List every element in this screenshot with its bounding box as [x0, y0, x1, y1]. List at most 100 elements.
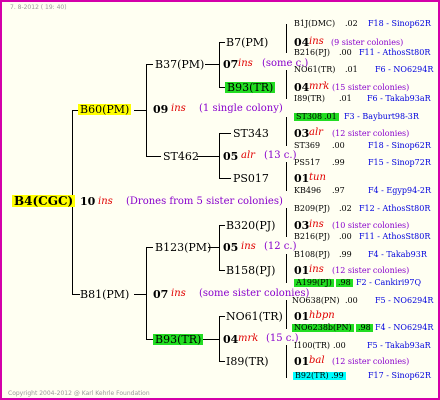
root-queen: B4(CGC): [12, 194, 76, 208]
gen4-pedigree: F11 - AthosSt80R: [359, 232, 431, 241]
gen4-value: .99: [332, 158, 345, 167]
gen4-value: .00: [333, 341, 346, 350]
gen3-d2-ins: bal: [309, 355, 325, 366]
gen4-value: .98: [356, 323, 373, 332]
gen3-b2-num: 01: [294, 172, 310, 185]
connector: [146, 247, 147, 339]
gen3-c1-ins: ins: [309, 219, 324, 230]
gen3-a1-queen: B7(PM): [226, 36, 269, 49]
gen4-pedigree: F6 - NO6294R: [375, 65, 434, 74]
gen3-c2-queen: B158(PJ): [226, 264, 276, 277]
gen4-value: .00: [332, 141, 345, 150]
gen3-b2-ins: tun: [309, 172, 326, 183]
gen4-pedigree: F2 - Cankiri97Q: [356, 278, 421, 287]
gen2-a-num: 07: [223, 58, 239, 71]
connector: [201, 339, 220, 340]
gen1-top-num: 09: [153, 103, 169, 116]
root-note: (Drones from 5 sister colonies): [126, 196, 283, 207]
gen4-pedigree: F4 - Takab93R: [368, 250, 427, 259]
gen4-value: .00: [345, 296, 358, 305]
gen4-pedigree: F12 - AthosSt80R: [359, 204, 431, 213]
gen4-pedigree: F5 - Takab93aR: [367, 341, 431, 350]
gen2-b-num: 05: [223, 150, 239, 163]
connector: [286, 117, 287, 146]
gen4-pedigree: F4 - Egyp94-2R: [368, 186, 432, 195]
gen2-a-ins: ins: [238, 58, 253, 69]
connector: [72, 294, 80, 295]
connector: [219, 316, 225, 317]
gen1-top-ins: ins: [171, 103, 186, 114]
connector: [146, 247, 153, 248]
gen4-queen: B108(PJ): [294, 250, 330, 259]
connector: [205, 64, 220, 65]
connector: [286, 24, 287, 53]
gen3-b1-num: 03: [294, 127, 310, 140]
gen2-c-note: (12 c.): [264, 241, 297, 252]
gen4-value: .98: [336, 278, 353, 287]
gen4-queen: ST308: [294, 112, 325, 121]
gen3-b1-ins: alr: [309, 127, 323, 138]
gen4-pedigree: F6 - Takab93aR: [367, 94, 431, 103]
gen4-pedigree: F18 - Sinop62R: [368, 141, 431, 150]
copyright-footer: Copyright 2004-2012 @ Karl Kehrle Founda…: [8, 390, 150, 397]
date-header: 7. 8-2012 ( 19: 40): [10, 4, 67, 11]
gen4-value: .01: [339, 94, 352, 103]
connector: [286, 345, 287, 378]
connector: [219, 133, 231, 134]
gen3-c2-num: 01: [294, 264, 310, 277]
connector: [219, 42, 225, 43]
gen2-c-ins: ins: [241, 241, 256, 252]
connector: [219, 178, 231, 179]
gen4-value: .99: [339, 250, 352, 259]
gen3-c1-note: (10 sister colonies): [332, 221, 410, 230]
gen2-b-ins: alr: [241, 150, 255, 161]
gen4-value: .00: [339, 48, 352, 57]
gen2-c-num: 05: [223, 241, 239, 254]
gen3-a2-note: (15 sister colonies): [332, 83, 410, 92]
gen3-a1-note: (9 sister colonies): [331, 38, 404, 47]
gen4-value: .01: [322, 112, 339, 121]
root-ins: ins: [98, 196, 113, 207]
connector: [286, 162, 287, 191]
connector: [134, 110, 147, 111]
gen4-queen: A199(PJ): [294, 278, 334, 287]
gen3-d2-num: 01: [294, 355, 310, 368]
gen4-queen: B216(PJ): [294, 232, 330, 241]
connector: [146, 339, 153, 340]
connector: [146, 64, 153, 65]
gen4-value: .02: [339, 204, 352, 213]
connector: [219, 361, 225, 362]
gen2-b-note: (13 c.): [264, 150, 297, 161]
connector: [286, 70, 287, 99]
gen3-c1-num: 03: [294, 219, 310, 232]
gen3-d2-note: (12 sister colonies): [332, 357, 410, 366]
gen3-d2-queen: I89(TR): [226, 355, 269, 368]
gen3-b2-queen: PS017: [233, 172, 269, 185]
pedigree-canvas: 7. 8-2012 ( 19: 40) Copyright 2004-2012 …: [0, 0, 440, 400]
gen1-top-note: (1 single colony): [199, 103, 283, 114]
gen3-c2-ins: ins: [309, 264, 324, 275]
gen1-bottom-ins: ins: [171, 288, 186, 299]
gen4-queen: PS517: [294, 158, 321, 167]
gen2-b-queen: ST462: [163, 150, 199, 163]
gen4-queen: B1J(DMC): [294, 19, 336, 28]
gen4-queen: B216(PJ): [294, 48, 330, 57]
gen3-b1-note: (12 sister colonies): [332, 129, 410, 138]
gen4-value: .01: [345, 65, 358, 74]
gen3-a1-num: 04: [294, 36, 310, 49]
gen4-value: .02: [345, 19, 358, 28]
gen2-d-queen: B93(TR): [153, 333, 204, 346]
gen2-d-ins: mrk: [238, 333, 259, 344]
gen3-a2-num: 04: [294, 81, 310, 94]
gen4-queen: ST369: [294, 141, 321, 150]
gen4-pedigree: F11 - AthosSt80R: [359, 48, 431, 57]
connector: [286, 254, 287, 283]
gen3-c2-note: (12 sister colonies): [332, 266, 410, 275]
gen4-pedigree: F17 - Sinop62R: [368, 371, 431, 380]
root-num: 10: [80, 195, 96, 208]
gen3-d1-queen: NO61(TR): [226, 310, 283, 323]
gen1-top-queen: B60(PM): [78, 103, 132, 116]
gen3-d1-ins: hbpn: [309, 310, 335, 321]
gen3-c1-queen: B320(PJ): [226, 219, 276, 232]
gen4-pedigree: F3 - Bayburt98-3R: [344, 112, 419, 121]
